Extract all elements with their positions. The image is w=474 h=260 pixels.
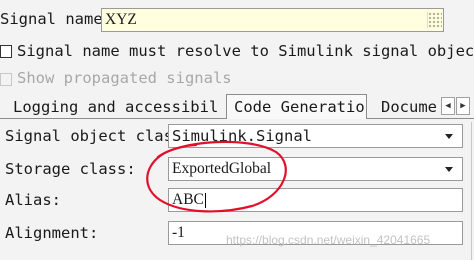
tab-bar: Logging and accessibility Code Generatio… (0, 94, 474, 119)
signal-object-class-label: Signal object class: (5, 127, 192, 145)
tab-logging-label: Logging and accessibility (13, 97, 218, 116)
alias-value: ABC (172, 191, 204, 208)
alignment-value: -1 (172, 224, 185, 241)
signal-object-class-dropdown[interactable]: Simulink.Signal (168, 124, 463, 148)
text-caret (204, 192, 206, 208)
tab-scroll-left-icon[interactable]: ◀ (441, 97, 455, 115)
tab-code-generation-label: Code Generation (234, 98, 367, 116)
storage-class-dropdown[interactable]: ExportedGlobal (168, 157, 463, 181)
alignment-label: Alignment: (5, 224, 99, 242)
tab-documentation[interactable]: Documentation (372, 95, 438, 118)
show-propagated-checkbox[interactable] (0, 73, 12, 86)
chevron-down-icon (445, 167, 453, 172)
signal-name-value: XYZ (105, 11, 137, 28)
tab-scroll-right-icon[interactable]: ▶ (456, 97, 470, 115)
must-resolve-label: Signal name must resolve to Simulink sig… (17, 42, 474, 60)
signal-name-label: Signal name: (0, 10, 112, 28)
storage-class-value: ExportedGlobal (172, 160, 272, 177)
tab-logging[interactable]: Logging and accessibility (6, 95, 218, 118)
signal-name-input[interactable]: XYZ (101, 8, 444, 32)
tab-documentation-label: Documentation (381, 97, 438, 116)
alias-input[interactable]: ABC (168, 188, 463, 212)
tab-code-generation[interactable]: Code Generation (226, 94, 367, 119)
watermark: https://blog.csdn.net/weixin_42041665 (226, 233, 431, 247)
show-propagated-label: Show propagated signals (17, 69, 232, 87)
storage-class-label: Storage class: (5, 160, 136, 178)
panel-border (471, 122, 472, 260)
chevron-down-icon (445, 134, 453, 139)
must-resolve-checkbox[interactable] (0, 45, 12, 58)
alias-label: Alias: (5, 191, 61, 209)
signal-object-class-value: Simulink.Signal (172, 127, 312, 145)
grip-icon (427, 12, 442, 28)
